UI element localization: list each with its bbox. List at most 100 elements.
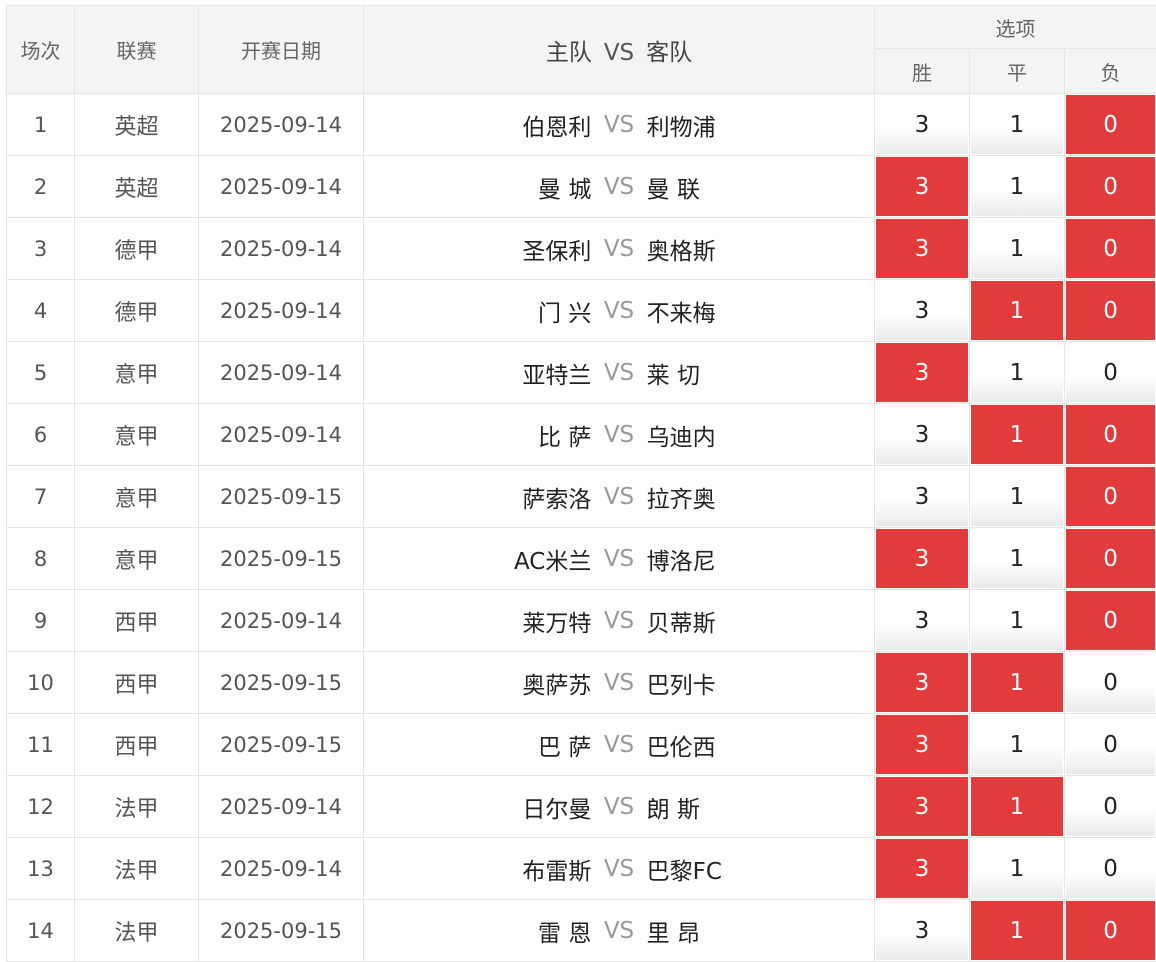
option-win-button[interactable]: 3 <box>876 653 968 712</box>
option-lose-cell: 0 <box>1065 156 1156 218</box>
option-draw-button[interactable]: 1 <box>971 343 1063 402</box>
league-name: 意甲 <box>75 342 199 404</box>
option-lose-button[interactable]: 0 <box>1066 343 1155 402</box>
home-team: 曼 城 <box>364 170 591 204</box>
option-draw-button[interactable]: 1 <box>971 839 1063 898</box>
option-win-button[interactable]: 3 <box>876 467 968 526</box>
option-win-button[interactable]: 3 <box>876 281 968 340</box>
vs-label: VS <box>591 484 646 510</box>
option-draw-button[interactable]: 1 <box>971 901 1063 960</box>
option-win-button[interactable]: 3 <box>876 839 968 898</box>
away-team: 里 昂 <box>647 914 874 948</box>
option-draw-button[interactable]: 1 <box>971 405 1063 464</box>
option-lose-button[interactable]: 0 <box>1066 157 1155 216</box>
option-draw-button[interactable]: 1 <box>971 777 1063 836</box>
home-team: 日尔曼 <box>364 790 591 824</box>
option-draw-button[interactable]: 1 <box>971 281 1063 340</box>
away-team: 奥格斯 <box>647 232 874 266</box>
option-win-button[interactable]: 3 <box>876 591 968 650</box>
option-draw-button[interactable]: 1 <box>971 219 1063 278</box>
option-lose-button[interactable]: 0 <box>1066 901 1155 960</box>
option-lose-button[interactable]: 0 <box>1066 777 1155 836</box>
option-win-button[interactable]: 3 <box>876 157 968 216</box>
option-win-button[interactable]: 3 <box>876 219 968 278</box>
option-win-button[interactable]: 3 <box>876 715 968 774</box>
option-lose-cell: 0 <box>1065 404 1156 466</box>
league-name: 法甲 <box>75 900 199 962</box>
table-row: 13法甲2025-09-14布雷斯VS巴黎FC310 <box>7 838 1156 900</box>
option-draw-button[interactable]: 1 <box>971 157 1063 216</box>
option-win-button[interactable]: 3 <box>876 901 968 960</box>
vs-label: VS <box>591 670 646 696</box>
option-lose-button[interactable]: 0 <box>1066 653 1155 712</box>
option-win-cell: 3 <box>875 652 970 714</box>
league-name: 西甲 <box>75 652 199 714</box>
table-row: 9西甲2025-09-14莱万特VS贝蒂斯310 <box>7 590 1156 652</box>
league-name: 法甲 <box>75 838 199 900</box>
option-draw-button[interactable]: 1 <box>971 653 1063 712</box>
header-home: 主队 <box>546 40 592 66</box>
option-win-button[interactable]: 3 <box>876 343 968 402</box>
option-lose-cell: 0 <box>1065 900 1156 962</box>
home-team: 布雷斯 <box>364 852 591 886</box>
option-lose-button[interactable]: 0 <box>1066 281 1155 340</box>
vs-label: VS <box>591 298 646 324</box>
option-win-button[interactable]: 3 <box>876 529 968 588</box>
match-no: 12 <box>7 776 75 838</box>
match-no: 10 <box>7 652 75 714</box>
option-win-cell: 3 <box>875 280 970 342</box>
teams-line: 圣保利VS奥格斯 <box>364 232 874 266</box>
table-row: 7意甲2025-09-15萨索洛VS拉齐奥310 <box>7 466 1156 528</box>
option-draw-button[interactable]: 1 <box>971 95 1063 154</box>
match-selection-table-container: 场次 联赛 开赛日期 主队VS客队 选项 胜 平 负 1英超2025-09-14… <box>6 5 1156 962</box>
option-win-button[interactable]: 3 <box>876 405 968 464</box>
match-no: 3 <box>7 218 75 280</box>
table-row: 4德甲2025-09-14门 兴VS不来梅310 <box>7 280 1156 342</box>
match-selection-table: 场次 联赛 开赛日期 主队VS客队 选项 胜 平 负 1英超2025-09-14… <box>6 5 1156 962</box>
away-team: 乌迪内 <box>647 418 874 452</box>
option-lose-button[interactable]: 0 <box>1066 467 1155 526</box>
option-win-cell: 3 <box>875 94 970 156</box>
teams-cell: 巴 萨VS巴伦西 <box>364 714 875 776</box>
option-lose-cell: 0 <box>1065 466 1156 528</box>
option-draw-cell: 1 <box>970 838 1065 900</box>
option-draw-button[interactable]: 1 <box>971 715 1063 774</box>
home-team: 伯恩利 <box>364 108 591 142</box>
away-team: 不来梅 <box>647 294 874 328</box>
table-row: 3德甲2025-09-14圣保利VS奥格斯310 <box>7 218 1156 280</box>
teams-line: 莱万特VS贝蒂斯 <box>364 604 874 638</box>
table-row: 14法甲2025-09-15雷 恩VS里 昂310 <box>7 900 1156 962</box>
option-draw-button[interactable]: 1 <box>971 467 1063 526</box>
vs-label: VS <box>591 112 646 138</box>
match-date: 2025-09-14 <box>199 590 364 652</box>
option-win-button[interactable]: 3 <box>876 777 968 836</box>
match-date: 2025-09-14 <box>199 404 364 466</box>
table-row: 8意甲2025-09-15AC米兰VS博洛尼310 <box>7 528 1156 590</box>
away-team: 利物浦 <box>647 108 874 142</box>
option-draw-button[interactable]: 1 <box>971 529 1063 588</box>
option-lose-cell: 0 <box>1065 342 1156 404</box>
option-lose-button[interactable]: 0 <box>1066 219 1155 278</box>
vs-label: VS <box>591 174 646 200</box>
teams-cell: 曼 城VS曼 联 <box>364 156 875 218</box>
option-lose-button[interactable]: 0 <box>1066 529 1155 588</box>
option-lose-cell: 0 <box>1065 218 1156 280</box>
league-name: 英超 <box>75 94 199 156</box>
option-draw-button[interactable]: 1 <box>971 591 1063 650</box>
option-lose-button[interactable]: 0 <box>1066 95 1155 154</box>
option-lose-button[interactable]: 0 <box>1066 405 1155 464</box>
option-draw-cell: 1 <box>970 590 1065 652</box>
match-no: 5 <box>7 342 75 404</box>
option-lose-button[interactable]: 0 <box>1066 591 1155 650</box>
option-lose-cell: 0 <box>1065 280 1156 342</box>
table-row: 2英超2025-09-14曼 城VS曼 联310 <box>7 156 1156 218</box>
option-lose-button[interactable]: 0 <box>1066 839 1155 898</box>
away-team: 曼 联 <box>647 170 874 204</box>
home-team: 奥萨苏 <box>364 666 591 700</box>
option-lose-button[interactable]: 0 <box>1066 715 1155 774</box>
table-row: 5意甲2025-09-14亚特兰VS莱 切310 <box>7 342 1156 404</box>
vs-label: VS <box>591 732 646 758</box>
vs-label: VS <box>591 360 646 386</box>
vs-label: VS <box>591 422 646 448</box>
option-win-button[interactable]: 3 <box>876 95 968 154</box>
